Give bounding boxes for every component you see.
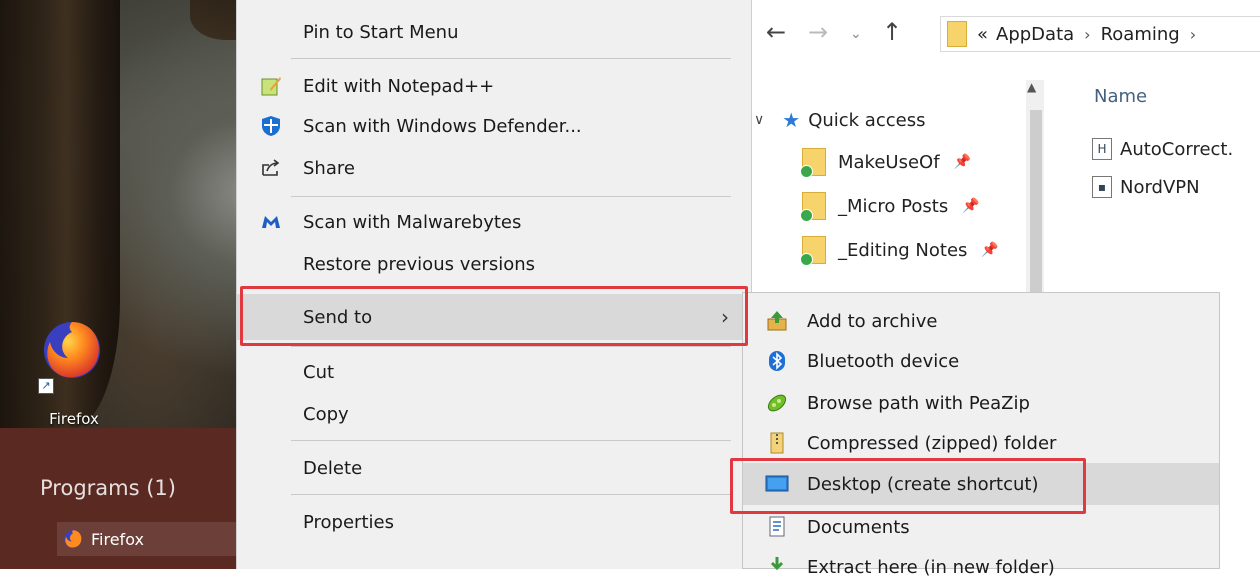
- zip-folder-icon: [765, 431, 789, 455]
- notepadpp-icon: [259, 74, 283, 98]
- submenu-item-label: Bluetooth device: [807, 350, 960, 372]
- menu-separator: [291, 440, 731, 441]
- quick-access-node[interactable]: ∨ ★ Quick access: [754, 108, 925, 132]
- share-icon: [259, 156, 283, 180]
- breadcrumb-separator: ›: [1189, 24, 1197, 44]
- menu-item-scan-defender[interactable]: Scan with Windows Defender...: [237, 104, 751, 148]
- pin-icon: 📌: [981, 242, 999, 258]
- menu-item-edit-notepadpp[interactable]: Edit with Notepad++: [237, 64, 751, 108]
- desktop-firefox-shortcut[interactable]: ↗ Firefox: [38, 318, 108, 428]
- forward-arrow-icon[interactable]: →: [808, 18, 828, 46]
- back-arrow-icon[interactable]: ←: [766, 18, 786, 46]
- desktop-background: ↗ Firefox: [0, 0, 260, 428]
- firefox-icon: [64, 530, 82, 548]
- menu-item-properties[interactable]: Properties: [237, 500, 751, 544]
- program-item-label: Firefox: [91, 529, 144, 549]
- menu-item-copy[interactable]: Copy: [237, 392, 751, 436]
- navigation-pane: ∨ ★ Quick access MakeUseOf 📌 _Micro Post…: [744, 80, 1044, 300]
- program-item-firefox[interactable]: Firefox: [57, 522, 246, 556]
- menu-item-scan-malwarebytes[interactable]: Scan with Malwarebytes: [237, 200, 751, 244]
- menu-item-share[interactable]: Share: [237, 146, 751, 190]
- breadcrumb-separator: ›: [1084, 24, 1091, 44]
- desktop-firefox-label: Firefox: [49, 410, 99, 428]
- breadcrumb-roaming[interactable]: Roaming: [1101, 24, 1180, 45]
- file-item-label: AutoCorrect.: [1120, 138, 1234, 160]
- submenu-item-label: Add to archive: [807, 310, 938, 332]
- submenu-item-label: Extract here (in new folder): [807, 556, 1055, 578]
- column-header-name[interactable]: Name: [1094, 86, 1147, 107]
- quick-access-label: Quick access: [808, 109, 926, 131]
- up-arrow-icon[interactable]: ↑: [882, 18, 902, 46]
- menu-item-restore-versions[interactable]: Restore previous versions: [237, 242, 751, 286]
- pin-icon: 📌: [953, 154, 971, 170]
- address-bar[interactable]: « AppData › Roaming ›: [940, 16, 1260, 52]
- menu-item-label: Copy: [303, 403, 349, 425]
- breadcrumb-appdata[interactable]: AppData: [996, 24, 1074, 45]
- menu-item-label: Share: [303, 157, 355, 179]
- pin-icon: 📌: [962, 198, 980, 214]
- submenu-item-label: Documents: [807, 516, 910, 538]
- sendto-extract-here[interactable]: Extract here (in new folder): [743, 547, 1219, 587]
- documents-icon: [765, 515, 789, 539]
- quick-access-item-label: _Micro Posts: [838, 195, 949, 217]
- file-type-icon: H: [1092, 138, 1112, 160]
- menu-item-label: Cut: [303, 361, 335, 383]
- sendto-browse-peazip[interactable]: Browse path with PeaZip: [743, 383, 1219, 423]
- menu-item-cut[interactable]: Cut: [237, 350, 751, 394]
- menu-separator: [291, 346, 731, 347]
- menu-item-label: Scan with Malwarebytes: [303, 211, 522, 233]
- folder-icon: [947, 21, 967, 47]
- quick-access-item[interactable]: MakeUseOf 📌: [800, 148, 971, 178]
- chevron-down-icon[interactable]: ∨: [754, 112, 764, 128]
- menu-item-label: Restore previous versions: [303, 253, 536, 275]
- programs-heading: Programs (1): [40, 476, 176, 500]
- folder-icon: [800, 148, 826, 178]
- folder-icon: [800, 192, 826, 222]
- submenu-item-label: Browse path with PeaZip: [807, 392, 1030, 414]
- menu-item-label: Scan with Windows Defender...: [303, 115, 582, 137]
- address-overflow[interactable]: «: [977, 24, 988, 45]
- menu-separator: [291, 196, 731, 197]
- menu-separator: [291, 58, 731, 59]
- submenu-item-label: Compressed (zipped) folder: [807, 432, 1057, 454]
- sendto-add-to-archive[interactable]: Add to archive: [743, 301, 1219, 341]
- archive-add-icon: [765, 309, 789, 333]
- menu-separator: [291, 494, 731, 495]
- sendto-compressed-folder[interactable]: Compressed (zipped) folder: [743, 423, 1219, 463]
- quick-access-item[interactable]: _Editing Notes 📌: [800, 236, 999, 266]
- menu-item-label: Delete: [303, 457, 363, 479]
- extract-icon: [765, 555, 789, 579]
- star-icon: ★: [782, 108, 801, 132]
- context-menu: Pin to Start Menu Edit with Notepad++ Sc…: [236, 0, 752, 569]
- send-to-submenu: Add to archive Bluetooth device Browse p…: [742, 292, 1220, 578]
- windows-defender-icon: [259, 114, 283, 138]
- quick-access-item[interactable]: _Micro Posts 📌: [800, 192, 980, 222]
- menu-item-delete[interactable]: Delete: [237, 446, 751, 490]
- highlight-send-to: [240, 286, 748, 346]
- highlight-desktop-shortcut: [730, 458, 1086, 514]
- quick-access-item-label: MakeUseOf: [838, 151, 940, 173]
- bluetooth-icon: [765, 349, 789, 373]
- menu-item-pin-to-start[interactable]: Pin to Start Menu: [237, 10, 751, 54]
- quick-access-item-label: _Editing Notes: [838, 239, 968, 261]
- shortcut-file-icon: ▪: [1092, 176, 1112, 198]
- file-item[interactable]: ▪ NordVPN: [1092, 176, 1200, 198]
- shortcut-arrow-icon: ↗: [38, 378, 54, 394]
- firefox-icon: [44, 322, 100, 378]
- scroll-up-icon[interactable]: ▲: [1027, 80, 1036, 94]
- start-menu-search-results: Programs (1) Firefox: [0, 428, 246, 569]
- navigation-bar: ← → ⌄ ↑ « AppData › Roaming ›: [744, 12, 1260, 58]
- scrollbar-thumb[interactable]: [1030, 110, 1042, 300]
- malwarebytes-icon: [259, 210, 283, 234]
- sendto-bluetooth-device[interactable]: Bluetooth device: [743, 341, 1219, 381]
- menu-item-label: Properties: [303, 511, 394, 533]
- folder-icon: [800, 236, 826, 266]
- menu-item-label: Pin to Start Menu: [303, 21, 459, 43]
- file-item-label: NordVPN: [1120, 176, 1200, 198]
- recent-locations-chevron-icon[interactable]: ⌄: [850, 26, 862, 42]
- file-item[interactable]: H AutoCorrect.: [1092, 138, 1233, 160]
- menu-item-label: Edit with Notepad++: [303, 75, 495, 97]
- peazip-icon: [765, 391, 789, 415]
